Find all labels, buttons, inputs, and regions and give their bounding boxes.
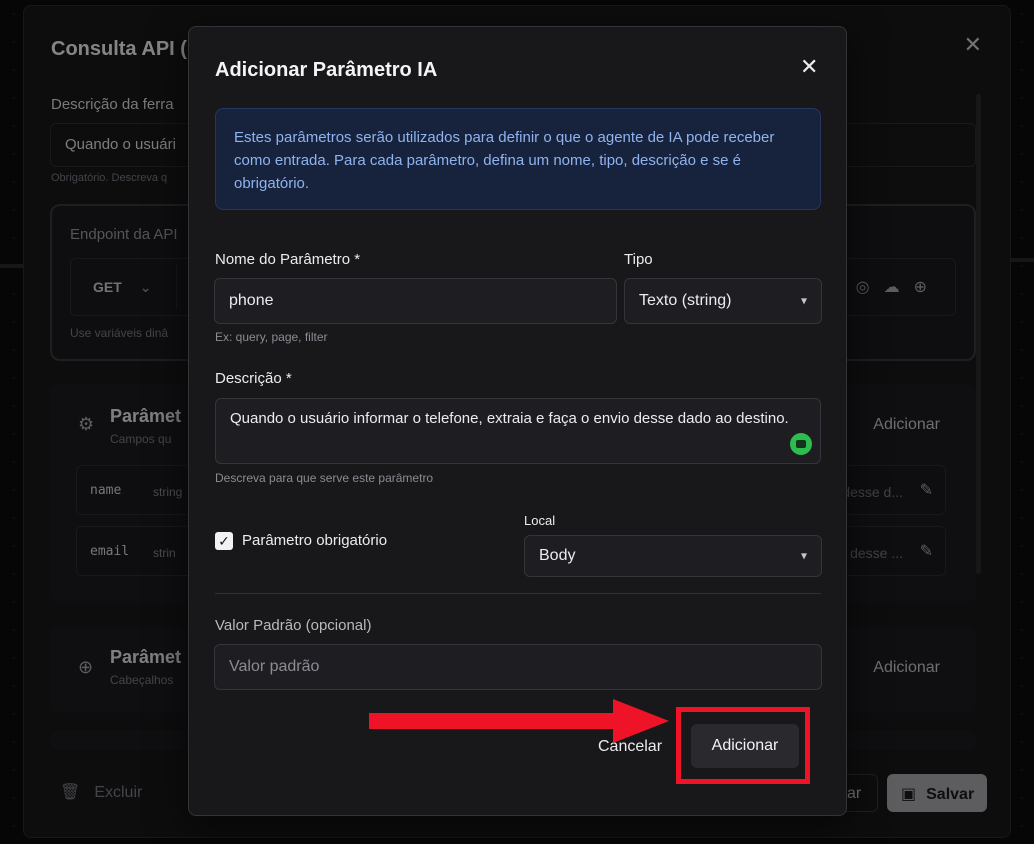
location-value: Body	[539, 547, 576, 564]
param-name-hint: Ex: query, page, filter	[215, 330, 328, 344]
dialog-title: Adicionar Parâmetro IA	[215, 59, 438, 81]
robot-icon[interactable]	[790, 433, 812, 455]
location-label: Local	[524, 513, 556, 528]
type-select[interactable]: Texto (string) ▾	[624, 278, 822, 324]
close-icon[interactable]: ✕	[800, 54, 818, 80]
description-value: Quando o usuário informar o telefone, ex…	[230, 410, 789, 427]
param-name-label: Nome do Parâmetro *	[215, 251, 361, 268]
default-value-input[interactable]: Valor padrão	[214, 644, 822, 690]
description-hint: Descreva para que serve este parâmetro	[215, 471, 434, 485]
type-value: Texto (string)	[639, 292, 732, 309]
info-banner: Estes parâmetros serão utilizados para d…	[215, 108, 821, 210]
description-textarea[interactable]: Quando o usuário informar o telefone, ex…	[215, 398, 821, 464]
default-value-label: Valor Padrão (opcional)	[215, 617, 372, 634]
add-ai-parameter-dialog: Adicionar Parâmetro IA ✕ Estes parâmetro…	[188, 26, 847, 816]
required-label: Parâmetro obrigatório	[242, 532, 388, 549]
divider	[215, 593, 821, 594]
param-name-input[interactable]: phone	[214, 278, 617, 324]
check-icon: ✓	[218, 532, 230, 549]
location-select[interactable]: Body ▾	[524, 535, 822, 577]
red-arrow-annotation	[369, 699, 669, 743]
type-label: Tipo	[624, 251, 653, 268]
highlight-box-annotation	[676, 707, 810, 784]
chevron-down-icon: ▾	[800, 548, 807, 563]
required-checkbox[interactable]: ✓	[215, 532, 233, 550]
description-label: Descrição *	[215, 370, 292, 387]
chevron-down-icon: ▾	[800, 293, 807, 308]
